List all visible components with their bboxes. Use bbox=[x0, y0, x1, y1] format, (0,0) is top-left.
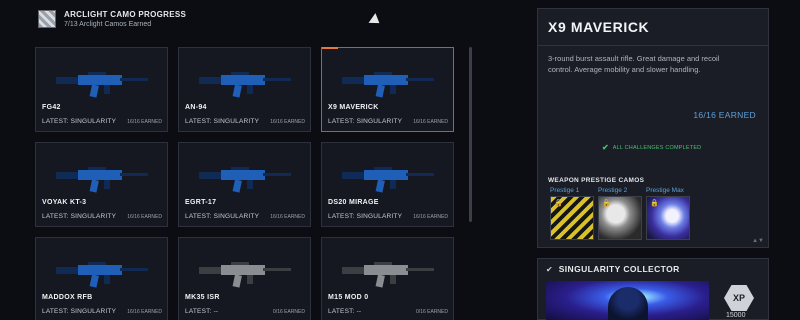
detail-divider bbox=[538, 45, 768, 46]
header-title: ARCLIGHT CAMO PROGRESS bbox=[64, 10, 187, 19]
weapon-card[interactable]: VOYAK KT-3 LATEST: SINGULARITY 16/16 EARNE… bbox=[35, 142, 168, 227]
prestige-camo-swatch: 🔒 bbox=[550, 196, 594, 240]
challenges-complete: ✔ ALL CHALLENGES COMPLETED bbox=[602, 143, 701, 152]
camo-progress-header: ARCLIGHT CAMO PROGRESS 7/13 Arclight Cam… bbox=[38, 10, 186, 28]
operator-figure bbox=[608, 287, 648, 320]
weapon-card-latest: LATEST: SINGULARITY bbox=[185, 213, 260, 220]
weapon-card-name: EGRT-17 bbox=[185, 199, 217, 206]
weapon-card[interactable]: MADDOX RFB LATEST: SINGULARITY 16/16 EARNE… bbox=[35, 237, 168, 320]
weapon-card-name: FG42 bbox=[42, 104, 61, 111]
prestige-camo-2[interactable]: Prestige 2 🔒 bbox=[598, 187, 642, 240]
weapon-image bbox=[342, 167, 434, 193]
scroll-indicator-icon: ▲▼ bbox=[752, 238, 764, 244]
xp-label: XP bbox=[732, 293, 745, 303]
check-icon: ✔ bbox=[546, 264, 553, 274]
weapon-card-name: DS20 MIRAGE bbox=[328, 199, 379, 206]
weapon-image bbox=[56, 72, 148, 98]
singularity-collector-panel[interactable]: ✔ SINGULARITY COLLECTOR XP 15000 bbox=[537, 258, 769, 320]
weapon-card-earned: 16/16 EARNED bbox=[127, 309, 162, 315]
weapon-card-name: X9 MAVERICK bbox=[328, 104, 379, 111]
prestige-camo-1[interactable]: Prestige 1 🔒 bbox=[550, 187, 594, 240]
weapon-image bbox=[199, 262, 291, 288]
weapon-image bbox=[342, 72, 434, 98]
weapon-card-earned: 16/16 EARNED bbox=[413, 214, 448, 220]
weapon-grid-scrollbar[interactable] bbox=[469, 47, 472, 222]
weapon-card[interactable]: X9 MAVERICK LATEST: SINGULARITY 16/16 EARN… bbox=[321, 47, 454, 132]
weapon-grid: FG42 LATEST: SINGULARITY 16/16 EARNED AN-94… bbox=[35, 47, 457, 320]
weapon-card-name: MADDOX RFB bbox=[42, 294, 93, 301]
arclight-camo-icon bbox=[38, 10, 56, 28]
prestige-camo-label: Prestige 1 bbox=[550, 187, 580, 194]
weapon-card-name: VOYAK KT-3 bbox=[42, 199, 87, 206]
weapon-card-earned: 16/16 EARNED bbox=[270, 119, 305, 125]
weapon-card-earned: 16/16 EARNED bbox=[127, 214, 162, 220]
lock-icon: 🔒 bbox=[554, 200, 563, 207]
weapon-card[interactable]: AN-94 LATEST: SINGULARITY 16/16 EARNED bbox=[178, 47, 311, 132]
lock-icon: 🔒 bbox=[650, 200, 659, 207]
detail-description: 3-round burst assault rifle. Great damag… bbox=[548, 54, 720, 74]
weapon-card-earned: 0/16 EARNED bbox=[273, 309, 305, 315]
weapon-image bbox=[56, 262, 148, 288]
prestige-camo-swatch: 🔒 bbox=[598, 196, 642, 240]
xp-amount: 15000 bbox=[726, 312, 746, 319]
weapon-card-earned: 0/16 EARNED bbox=[416, 309, 448, 315]
prestige-camo-label: Prestige 2 bbox=[598, 187, 628, 194]
collector-title: SINGULARITY COLLECTOR bbox=[558, 264, 680, 274]
prestige-camo-max[interactable]: Prestige Max 🔒 bbox=[646, 187, 690, 240]
collector-header: ✔ SINGULARITY COLLECTOR bbox=[546, 264, 680, 274]
xp-badge-icon: XP bbox=[724, 285, 754, 311]
prestige-camo-swatch: 🔒 bbox=[646, 196, 690, 240]
weapon-detail-panel: X9 MAVERICK 3-round burst assault rifle.… bbox=[537, 8, 769, 248]
weapon-card-latest: LATEST: SINGULARITY bbox=[328, 213, 403, 220]
prestige-heading: WEAPON PRESTIGE CAMOS bbox=[548, 177, 645, 184]
prestige-camo-label: Prestige Max bbox=[646, 187, 684, 194]
weapon-card[interactable]: M15 MOD 0 LATEST: -- 0/16 EARNED bbox=[321, 237, 454, 320]
weapon-card-earned: 16/16 EARNED bbox=[270, 214, 305, 220]
weapon-card-name: M15 MOD 0 bbox=[328, 294, 369, 301]
header-subtitle: 7/13 Arclight Camos Earned bbox=[64, 21, 152, 28]
weapon-card-latest: LATEST: SINGULARITY bbox=[42, 308, 117, 315]
weapon-card[interactable]: FG42 LATEST: SINGULARITY 16/16 EARNED bbox=[35, 47, 168, 132]
lock-icon: 🔒 bbox=[602, 200, 611, 207]
detail-earned: 16/16 EARNED bbox=[693, 110, 756, 120]
weapon-image bbox=[56, 167, 148, 193]
weapon-card-latest: LATEST: SINGULARITY bbox=[42, 213, 117, 220]
weapon-card-earned: 16/16 EARNED bbox=[413, 119, 448, 125]
collector-reward-art bbox=[546, 281, 709, 320]
weapon-card[interactable]: DS20 MIRAGE LATEST: SINGULARITY 16/16 EARN… bbox=[321, 142, 454, 227]
weapon-card-latest: LATEST: SINGULARITY bbox=[328, 118, 403, 125]
weapon-card-latest: LATEST: -- bbox=[328, 308, 362, 315]
weapon-card-latest: LATEST: -- bbox=[185, 308, 219, 315]
mouse-cursor bbox=[368, 13, 383, 29]
detail-title: X9 MAVERICK bbox=[548, 19, 650, 35]
challenges-complete-text: ALL CHALLENGES COMPLETED bbox=[612, 144, 702, 151]
weapon-image bbox=[199, 167, 291, 193]
weapon-card-latest: LATEST: SINGULARITY bbox=[42, 118, 117, 125]
weapon-card-name: MK35 ISR bbox=[185, 294, 220, 301]
weapon-image bbox=[199, 72, 291, 98]
check-icon: ✔ bbox=[602, 143, 609, 152]
weapon-card-name: AN-94 bbox=[185, 104, 207, 111]
weapon-card-latest: LATEST: SINGULARITY bbox=[185, 118, 260, 125]
weapon-card-earned: 16/16 EARNED bbox=[127, 119, 162, 125]
weapon-image bbox=[342, 262, 434, 288]
weapon-card[interactable]: MK35 ISR LATEST: -- 0/16 EARNED bbox=[178, 237, 311, 320]
weapon-card[interactable]: EGRT-17 LATEST: SINGULARITY 16/16 EARNED bbox=[178, 142, 311, 227]
